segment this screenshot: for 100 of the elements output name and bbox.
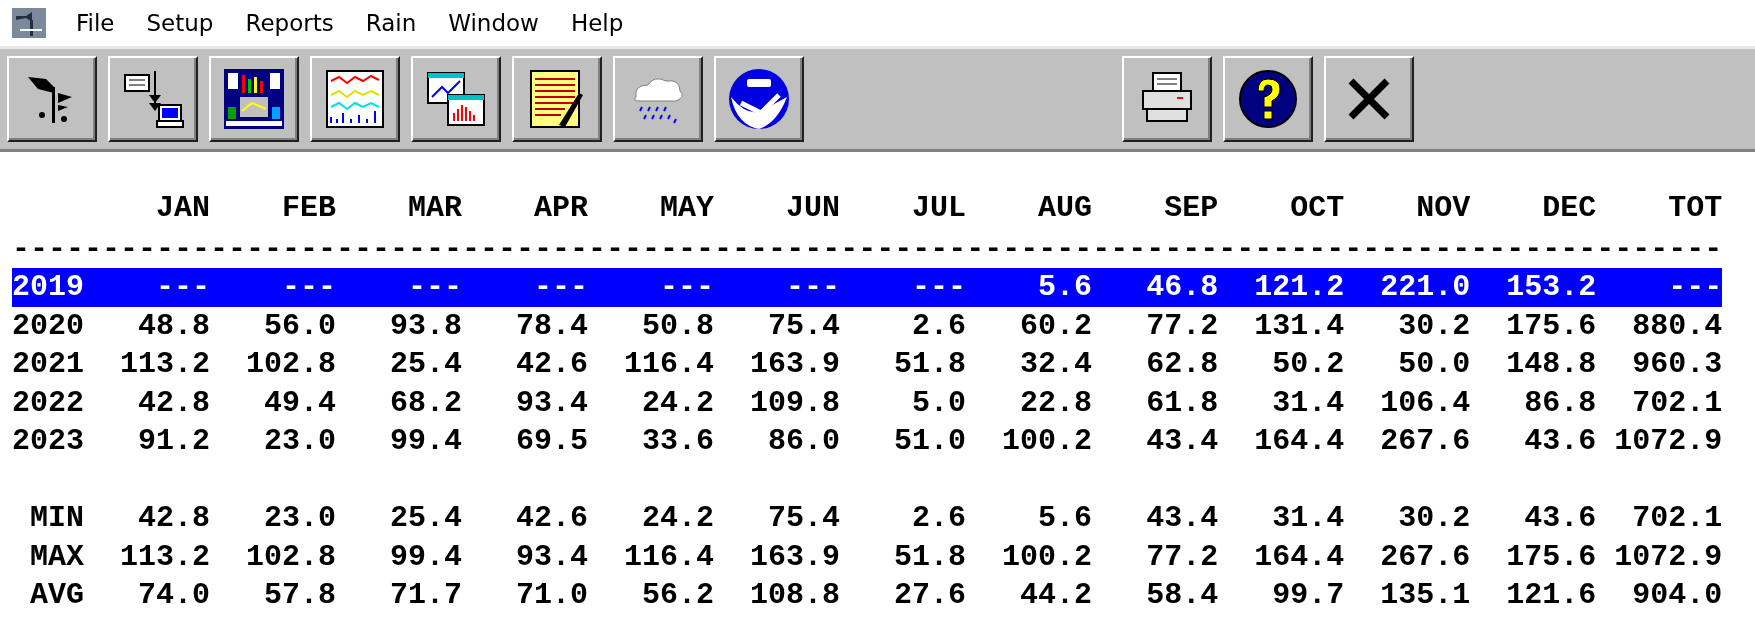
toolbar-button[interactable] <box>108 56 198 142</box>
toolbar-button[interactable] <box>209 56 299 142</box>
menu-item[interactable]: Help <box>554 10 640 36</box>
column-header: DEC <box>1541 190 1597 227</box>
table-cell-text: 100.2 <box>1001 423 1093 460</box>
table-cell-text: 93.8 <box>389 307 463 345</box>
table-cell-text: --- <box>659 269 715 306</box>
column-header: FEB <box>281 190 337 227</box>
toolbar-button[interactable] <box>512 56 602 142</box>
table-cell-text: 42.8 <box>137 384 210 422</box>
column-header: SEP <box>1163 190 1219 227</box>
table-cell-text: 43.6 <box>1523 423 1597 460</box>
table-cell-text: 702.1 <box>1631 500 1723 537</box>
table-cell-text: 86.8 <box>1523 384 1597 422</box>
toolbar-button[interactable] <box>613 56 703 142</box>
year-label: 2021 <box>12 346 84 383</box>
table-cell-text: 43.6 <box>1523 500 1597 537</box>
table-cell-text: 49.4 <box>263 384 337 422</box>
column-header: MAR <box>407 190 463 227</box>
dashed-separator: ----------------------------------------------------------------------------------------------- <box>12 230 1723 268</box>
menu-item[interactable]: Rain <box>349 10 433 36</box>
table-cell-text: 116.4 <box>623 538 715 576</box>
table-cell-text: 163.9 <box>749 538 841 576</box>
table-cell-text: --- <box>1667 269 1723 306</box>
toolbar-button[interactable] <box>1122 56 1212 142</box>
weather-vane-icon <box>12 8 46 38</box>
table-cell-text: 2.6 <box>911 307 967 345</box>
table-cell-text: 44.2 <box>1019 577 1093 614</box>
table-row[interactable]: 2023 91.2 23.0 99.4 69.5 33.6 86.0 51.0 100.2 43.4 164.4 267.6 43.6 1072.9 <box>12 422 1723 461</box>
toolbar-button[interactable] <box>310 56 400 142</box>
column-header: APR <box>533 190 589 227</box>
toolbar-button[interactable] <box>1324 56 1414 142</box>
table-cell-text: 93.4 <box>515 538 589 576</box>
table-cell-text: 23.0 <box>263 500 337 537</box>
table-cell-text: 131.4 <box>1253 307 1345 345</box>
table-cell-text: 960.3 <box>1631 346 1723 383</box>
table-cell-text: 50.8 <box>641 307 715 345</box>
table-cell-text: 121.2 <box>1253 269 1345 306</box>
help-icon <box>1236 67 1300 131</box>
line-graph-icon <box>323 67 387 131</box>
table-cell-text: 32.4 <box>1019 346 1093 383</box>
table-cell-text: 5.6 <box>1037 269 1093 306</box>
table-row[interactable]: 2020 48.8 56.0 93.8 78.4 50.8 75.4 2.6 60.2 77.2 131.4 30.2 175.6 880.4 <box>12 306 1723 345</box>
table-row[interactable]: 2019 --- --- --- --- --- --- --- 5.6 46.8 121.2 221.0 153.2 --- <box>12 268 1723 307</box>
table-cell-text: 42.6 <box>515 500 589 537</box>
table-cell-text: 68.2 <box>389 384 463 422</box>
table-cell-text: 31.4 <box>1271 384 1345 422</box>
table-cell-text: 163.9 <box>749 346 841 383</box>
table-cell-text: 74.0 <box>137 577 210 614</box>
table-cell-text: 42.8 <box>137 500 210 537</box>
table-cell-text: 153.2 <box>1505 269 1597 306</box>
table-cell-text: 51.0 <box>893 423 967 460</box>
table-cell-text: 51.8 <box>893 346 967 383</box>
table-row[interactable]: 2022 42.8 49.4 68.2 93.4 24.2 109.8 5.0 22.8 61.8 31.4 106.4 86.8 702.1 <box>12 383 1723 422</box>
table-cell-text: 78.4 <box>515 307 589 345</box>
table-cell-text: 30.2 <box>1397 500 1471 537</box>
toolbar-button[interactable] <box>714 56 804 142</box>
table-cell-text: 267.6 <box>1379 538 1471 576</box>
column-header: JAN <box>155 190 210 227</box>
table-cell-text: 1072.9 <box>1613 538 1723 576</box>
column-header: JUL <box>911 190 967 227</box>
table-row[interactable]: 2021 113.2 102.8 25.4 42.6 116.4 163.9 51.8 32.4 62.8 50.2 50.0 148.8 960.3 <box>12 345 1723 384</box>
menu-item[interactable]: File <box>60 10 131 36</box>
table-cell-text: 48.8 <box>137 307 210 345</box>
table-cell-text: 108.8 <box>749 577 841 614</box>
toolbar-button[interactable] <box>7 56 97 142</box>
year-label: 2020 <box>12 307 84 345</box>
menu-item[interactable]: Window <box>432 10 555 36</box>
table-cell-text: 164.4 <box>1253 538 1345 576</box>
table-cell-text: 43.4 <box>1145 423 1219 460</box>
table-cell-text: 121.6 <box>1505 577 1597 614</box>
table-cell-text: 86.0 <box>767 423 841 460</box>
table-cell-text: 27.6 <box>893 577 967 614</box>
table-cell-text: --- <box>407 269 463 306</box>
column-header: MAY <box>659 190 715 227</box>
table-cell-text: 60.2 <box>1019 307 1093 345</box>
menu-item[interactable]: Reports <box>229 10 350 36</box>
table-cell-text: 102.8 <box>245 538 337 576</box>
table-cell-text: --- <box>785 269 841 306</box>
table-cell-text: 5.6 <box>1037 500 1093 537</box>
table-cell-text: 93.4 <box>515 384 589 422</box>
table-cell-text: 42.6 <box>515 346 589 383</box>
table-cell-text: 61.8 <box>1145 384 1219 422</box>
toolbar-button[interactable] <box>1223 56 1313 142</box>
table-cell-text: 51.8 <box>893 538 967 576</box>
table-cell-text: 33.6 <box>641 423 715 460</box>
table-cell-text: 24.2 <box>641 500 715 537</box>
table-cell-text: 71.7 <box>389 577 463 614</box>
menu-item[interactable]: Setup <box>130 10 230 36</box>
table-cell-text: 71.0 <box>515 577 589 614</box>
table-cell-text: 43.4 <box>1145 500 1219 537</box>
year-label: 2019 <box>12 269 84 306</box>
year-label: 2022 <box>12 384 84 422</box>
toolbar-button[interactable] <box>411 56 501 142</box>
table-cell-text: --- <box>155 269 210 306</box>
table-cell-text: 56.2 <box>641 577 715 614</box>
table-cell-text: 22.8 <box>1019 384 1093 422</box>
table-cell-text: 2.6 <box>911 500 967 537</box>
table-cell-text: 50.2 <box>1271 346 1345 383</box>
column-header: NOV <box>1415 190 1471 227</box>
